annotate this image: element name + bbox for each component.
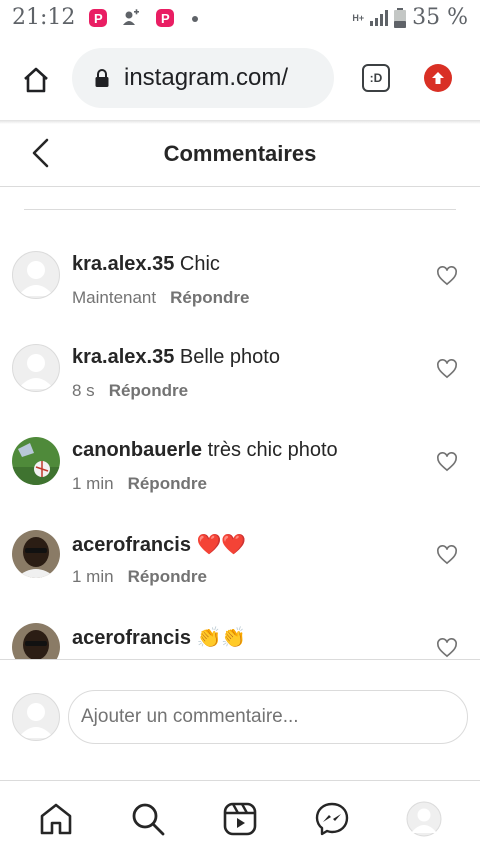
nav-home[interactable] bbox=[36, 799, 76, 839]
comment-meta: 1 min Répondre bbox=[72, 567, 207, 587]
comment-username[interactable]: kra.alex.35 bbox=[72, 253, 174, 275]
comment-time: 1 min bbox=[72, 474, 114, 493]
pinterest-icon: P bbox=[89, 9, 107, 27]
messenger-icon bbox=[315, 802, 349, 836]
update-button[interactable] bbox=[424, 64, 452, 92]
reply-button[interactable]: Répondre bbox=[128, 567, 207, 586]
comment-item: canonbauerle très chic photo 1 min Répond… bbox=[0, 419, 480, 512]
comment-time: 8 s bbox=[72, 381, 95, 400]
avatar[interactable] bbox=[12, 437, 60, 485]
svg-text:P: P bbox=[94, 11, 103, 26]
url-text: instagram.com/ bbox=[124, 64, 289, 91]
lock-icon bbox=[95, 69, 109, 87]
avatar[interactable] bbox=[12, 530, 60, 578]
heart-icon[interactable] bbox=[436, 638, 458, 658]
user-photo-icon bbox=[12, 530, 60, 578]
comment-meta: Maintenant Répondre bbox=[72, 288, 249, 308]
comment-text: ❤️❤️ bbox=[196, 534, 247, 556]
status-bar: 21:12 P P H+ 35 % bbox=[0, 0, 480, 36]
svg-text:P: P bbox=[161, 11, 170, 26]
search-icon bbox=[132, 803, 165, 836]
comment-time: Maintenant bbox=[72, 288, 157, 307]
comment-item: kra.alex.35 Chic Maintenant Répondre bbox=[0, 233, 480, 326]
comments-list[interactable]: kra.alex.35 Chic Maintenant Répondre kra.… bbox=[0, 233, 480, 659]
heart-icon[interactable] bbox=[436, 545, 458, 565]
nav-reels[interactable] bbox=[220, 799, 260, 839]
input-divider bbox=[0, 659, 480, 660]
heart-icon[interactable] bbox=[436, 266, 458, 286]
home-icon bbox=[40, 803, 72, 835]
home-icon bbox=[24, 67, 48, 93]
profile-icon bbox=[406, 801, 442, 837]
comment-text-line: acerofrancis 👏👏 bbox=[72, 625, 246, 650]
default-avatar-icon bbox=[18, 354, 54, 389]
comment-username[interactable]: canonbauerle bbox=[72, 439, 202, 461]
reply-button[interactable]: Répondre bbox=[128, 474, 207, 493]
nav-messenger[interactable] bbox=[312, 799, 352, 839]
comment-username[interactable]: acerofrancis bbox=[72, 534, 191, 556]
current-user-avatar bbox=[12, 693, 60, 741]
status-time: 21:12 bbox=[12, 5, 76, 30]
tab-switcher-button[interactable]: :D bbox=[362, 64, 390, 92]
person-add-icon bbox=[123, 9, 139, 25]
comment-meta: 8 s Répondre bbox=[72, 381, 188, 401]
address-bar[interactable]: instagram.com/ bbox=[72, 48, 334, 108]
browser-toolbar: instagram.com/ :D bbox=[0, 36, 480, 120]
update-icon bbox=[432, 72, 444, 84]
comment-text-line: kra.alex.35 Belle photo bbox=[72, 346, 280, 369]
comment-text: Chic bbox=[179, 253, 220, 275]
comment-text-line: canonbauerle très chic photo bbox=[72, 439, 338, 462]
nav-search[interactable] bbox=[128, 799, 168, 839]
comment-item: acerofrancis ❤️❤️ 1 min Répondre bbox=[0, 512, 480, 605]
heart-icon[interactable] bbox=[436, 359, 458, 379]
pinterest-icon: P bbox=[156, 9, 174, 27]
comment-text: 👏👏 bbox=[196, 627, 247, 649]
dot-icon bbox=[192, 16, 198, 22]
reels-icon bbox=[223, 802, 257, 836]
avatar[interactable] bbox=[12, 623, 60, 659]
comment-meta: 1 min Répondre bbox=[72, 474, 207, 494]
user-photo-icon bbox=[12, 623, 60, 659]
comment-username[interactable]: kra.alex.35 bbox=[72, 346, 174, 368]
comment-username[interactable]: acerofrancis bbox=[72, 627, 191, 649]
status-right: H+ 35 % bbox=[352, 5, 468, 30]
heart-icon[interactable] bbox=[436, 452, 458, 472]
comment-text-line: kra.alex.35 Chic bbox=[72, 253, 220, 276]
nav-profile[interactable] bbox=[404, 799, 444, 839]
page-title: Commentaires bbox=[163, 141, 317, 166]
comment-text-line: acerofrancis ❤️❤️ bbox=[72, 532, 246, 557]
signal-icon bbox=[370, 9, 389, 26]
reply-button[interactable]: Répondre bbox=[170, 288, 249, 307]
comment-time: 1 min bbox=[72, 567, 114, 586]
comment-text: Belle photo bbox=[179, 346, 280, 368]
battery-icon bbox=[394, 7, 407, 28]
comment-item: kra.alex.35 Belle photo 8 s Répondre bbox=[0, 326, 480, 419]
browser-home-button[interactable] bbox=[18, 62, 54, 98]
bottom-nav bbox=[0, 781, 480, 854]
network-type: H+ bbox=[352, 12, 365, 23]
caption-divider bbox=[24, 209, 456, 210]
user-photo-icon bbox=[12, 437, 60, 485]
reply-button[interactable]: Répondre bbox=[109, 381, 188, 400]
battery-percent: 35 % bbox=[412, 5, 468, 30]
comment-text: très chic photo bbox=[207, 439, 338, 461]
comment-input[interactable] bbox=[68, 690, 468, 744]
avatar[interactable] bbox=[12, 344, 60, 392]
default-avatar-icon bbox=[18, 261, 54, 296]
default-avatar-icon bbox=[18, 703, 54, 738]
comment-item: acerofrancis 👏👏 bbox=[0, 605, 480, 659]
comments-header: Commentaires bbox=[0, 124, 480, 187]
avatar[interactable] bbox=[12, 251, 60, 299]
